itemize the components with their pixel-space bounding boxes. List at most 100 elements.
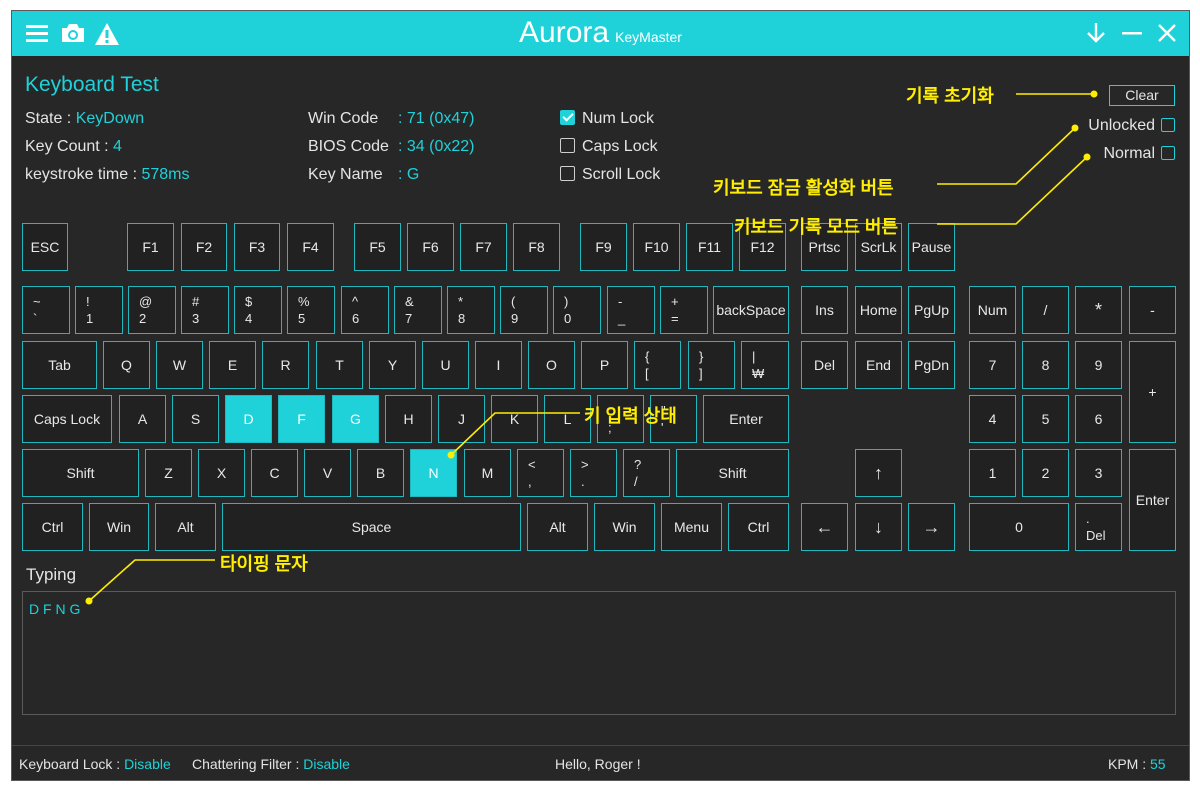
key-f10[interactable]: F10: [633, 223, 680, 271]
key-arrow-down[interactable]: ↓: [855, 503, 902, 551]
key-minus[interactable]: - _: [607, 286, 655, 334]
key-m[interactable]: M: [464, 449, 511, 497]
key-o[interactable]: O: [528, 341, 575, 389]
key-p[interactable]: P: [581, 341, 628, 389]
caps-lock-checkbox[interactable]: Caps Lock: [560, 138, 658, 156]
key-kp-7[interactable]: 7: [969, 341, 1016, 389]
typing-area[interactable]: D F N G: [22, 591, 1176, 715]
clear-button[interactable]: Clear: [1109, 85, 1175, 106]
key-d[interactable]: D: [225, 395, 272, 443]
key-7[interactable]: & 7: [394, 286, 442, 334]
key-f11[interactable]: F11: [686, 223, 733, 271]
key-period[interactable]: >.: [570, 449, 617, 497]
key-kp-2[interactable]: 2: [1022, 449, 1069, 497]
key-j[interactable]: J: [438, 395, 485, 443]
key-z[interactable]: Z: [145, 449, 192, 497]
key-k[interactable]: K: [491, 395, 538, 443]
key-kp-subtract[interactable]: -: [1129, 286, 1176, 334]
key-esc[interactable]: ESC: [22, 223, 68, 271]
key-right-alt[interactable]: Alt: [527, 503, 588, 551]
key-g[interactable]: G: [332, 395, 379, 443]
key-pgdn[interactable]: PgDn: [908, 341, 955, 389]
key-numlock[interactable]: Num: [969, 286, 1016, 334]
key-kp-add[interactable]: +: [1129, 341, 1176, 443]
scroll-lock-checkbox[interactable]: Scroll Lock: [560, 166, 660, 184]
key-i[interactable]: I: [475, 341, 522, 389]
key-end[interactable]: End: [855, 341, 902, 389]
key-kp-4[interactable]: 4: [969, 395, 1016, 443]
key-f1[interactable]: F1: [127, 223, 174, 271]
close-icon[interactable]: [1156, 22, 1178, 44]
key-backspace[interactable]: backSpace: [713, 286, 789, 334]
key-kp-enter[interactable]: Enter: [1129, 449, 1176, 551]
key-3[interactable]: #3: [181, 286, 229, 334]
num-lock-checkbox[interactable]: Num Lock: [560, 110, 654, 128]
key-w[interactable]: W: [156, 341, 203, 389]
key-tab[interactable]: Tab: [22, 341, 97, 389]
key-f6[interactable]: F6: [407, 223, 454, 271]
key-kp-9[interactable]: 9: [1075, 341, 1122, 389]
key-v[interactable]: V: [304, 449, 351, 497]
key-right-win[interactable]: Win: [594, 503, 655, 551]
key-f7[interactable]: F7: [460, 223, 507, 271]
key-x[interactable]: X: [198, 449, 245, 497]
key-left-win[interactable]: Win: [89, 503, 149, 551]
key-menu[interactable]: Menu: [661, 503, 722, 551]
key-1[interactable]: ! 1: [75, 286, 123, 334]
unlocked-toggle[interactable]: Unlocked: [1088, 117, 1175, 135]
key-f3[interactable]: F3: [234, 223, 280, 271]
key-f[interactable]: F: [278, 395, 325, 443]
key-caps-lock[interactable]: Caps Lock: [22, 395, 112, 443]
key-2[interactable]: @2: [128, 286, 176, 334]
key-arrow-up[interactable]: ↑: [855, 449, 902, 497]
key-right-ctrl[interactable]: Ctrl: [728, 503, 789, 551]
key-4[interactable]: $4: [234, 286, 282, 334]
key-f5[interactable]: F5: [354, 223, 401, 271]
key-left-bracket[interactable]: {[: [634, 341, 681, 389]
key-kp-multiply[interactable]: *: [1075, 286, 1122, 334]
key-kp-1[interactable]: 1: [969, 449, 1016, 497]
key-right-shift[interactable]: Shift: [676, 449, 789, 497]
key-slash[interactable]: ? /: [623, 449, 670, 497]
key-arrow-right[interactable]: →: [908, 503, 955, 551]
key-kp-8[interactable]: 8: [1022, 341, 1069, 389]
key-6[interactable]: ^ 6: [341, 286, 389, 334]
download-icon[interactable]: [1085, 22, 1107, 44]
key-kp-3[interactable]: 3: [1075, 449, 1122, 497]
key-kp-5[interactable]: 5: [1022, 395, 1069, 443]
key-f9[interactable]: F9: [580, 223, 627, 271]
key-left-ctrl[interactable]: Ctrl: [22, 503, 83, 551]
key-kp-divide[interactable]: /: [1022, 286, 1069, 334]
key-5[interactable]: % 5: [287, 286, 335, 334]
key-home[interactable]: Home: [855, 286, 902, 334]
key-9[interactable]: (9: [500, 286, 548, 334]
key-n[interactable]: N: [410, 449, 457, 497]
key-left-shift[interactable]: Shift: [22, 449, 139, 497]
key-y[interactable]: Y: [369, 341, 416, 389]
key-backtick[interactable]: ~ `: [22, 286, 70, 334]
key-c[interactable]: C: [251, 449, 298, 497]
key-kp-0[interactable]: 0: [969, 503, 1069, 551]
key-ins[interactable]: Ins: [801, 286, 848, 334]
key-equals[interactable]: + =: [660, 286, 708, 334]
key-0[interactable]: ) 0: [553, 286, 601, 334]
key-e[interactable]: E: [209, 341, 256, 389]
key-q[interactable]: Q: [103, 341, 150, 389]
minimize-icon[interactable]: [1121, 22, 1143, 44]
key-f2[interactable]: F2: [181, 223, 227, 271]
key-t[interactable]: T: [316, 341, 363, 389]
key-a[interactable]: A: [119, 395, 166, 443]
normal-mode-toggle[interactable]: Normal: [1103, 145, 1175, 163]
key-8[interactable]: * 8: [447, 286, 495, 334]
key-space[interactable]: Space: [222, 503, 521, 551]
key-f4[interactable]: F4: [287, 223, 334, 271]
key-u[interactable]: U: [422, 341, 469, 389]
key-kp-6[interactable]: 6: [1075, 395, 1122, 443]
key-backslash[interactable]: | ₩: [741, 341, 789, 389]
key-r[interactable]: R: [262, 341, 309, 389]
key-del[interactable]: Del: [801, 341, 848, 389]
key-arrow-left[interactable]: ←: [801, 503, 848, 551]
key-h[interactable]: H: [385, 395, 432, 443]
key-left-alt[interactable]: Alt: [155, 503, 216, 551]
key-enter[interactable]: Enter: [703, 395, 789, 443]
